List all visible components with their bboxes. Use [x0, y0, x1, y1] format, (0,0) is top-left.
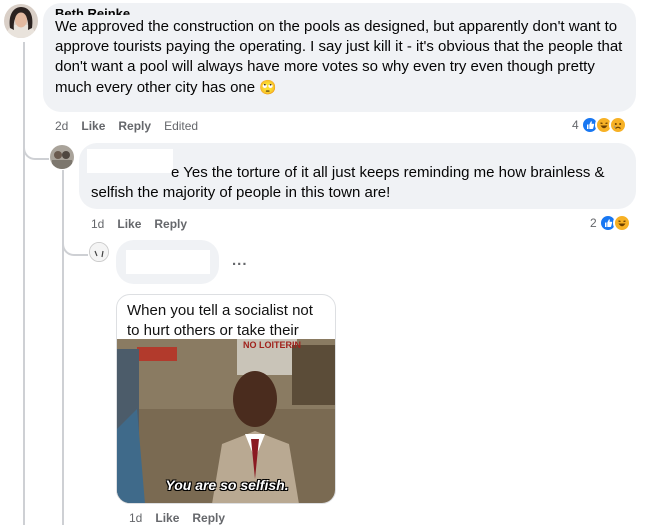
timestamp[interactable]: 1d: [129, 510, 142, 526]
profile-photo-icon: [50, 145, 74, 169]
comment-actions: 1d Like Reply: [91, 216, 200, 232]
more-options-button[interactable]: ...: [232, 252, 248, 269]
comment-author[interactable]: Beth Reinke: [55, 6, 624, 15]
haha-icon: [612, 214, 631, 232]
profile-photo-icon: [90, 243, 108, 261]
reaction-count: 2: [590, 216, 597, 230]
comment-text: e Yes the torture of it all just keeps r…: [91, 163, 605, 203]
reaction-count: 4: [572, 118, 579, 132]
comment-text: We approved the construction on the pool…: [55, 17, 624, 98]
comment-actions: 1d Like Reply: [129, 510, 238, 526]
eye-roll-emoji-icon: 🙄: [259, 79, 277, 95]
like-button[interactable]: Like: [81, 118, 105, 134]
comment-bubble: Beth Reinke We approved the construction…: [43, 3, 636, 112]
reply-button[interactable]: Reply: [154, 216, 187, 232]
reaction-summary[interactable]: 2: [590, 214, 631, 232]
comment-body: We approved the construction on the pool…: [55, 18, 623, 96]
like-button[interactable]: Like: [117, 216, 141, 232]
like-button[interactable]: Like: [155, 510, 179, 526]
meme-subtitle: You are so selfish.: [165, 477, 289, 493]
sad-icon: [608, 116, 627, 134]
timestamp[interactable]: 1d: [91, 216, 104, 232]
avatar[interactable]: [4, 4, 38, 38]
sign-text: NO LOITERIN: [243, 341, 301, 350]
thread-line-reply1: [62, 170, 64, 525]
avatar[interactable]: [89, 242, 109, 262]
timestamp[interactable]: 2d: [55, 118, 68, 134]
comment-bubble: e Yes the torture of it all just keeps r…: [79, 143, 636, 209]
avatar[interactable]: [50, 145, 74, 169]
thread-elbow-reply2: [62, 236, 88, 256]
thread-elbow-reply1: [23, 132, 49, 160]
reply-button[interactable]: Reply: [192, 510, 225, 526]
profile-photo-icon: [4, 4, 38, 38]
reply-button[interactable]: Reply: [118, 118, 151, 134]
comment-body-line1: e Yes the torture of it all just keeps r…: [171, 164, 605, 181]
author-redaction: [126, 250, 210, 274]
reaction-summary[interactable]: 4: [572, 116, 627, 134]
edited-label: Edited: [164, 119, 199, 133]
meme-image[interactable]: When you tell a socialist not to hurt ot…: [116, 294, 336, 504]
comment-actions: 2d Like Reply Edited: [55, 118, 211, 134]
comment-body-line2: selfish the majority of people in this t…: [91, 184, 391, 201]
comment-bubble: [116, 240, 219, 284]
thread-line-main: [23, 42, 25, 525]
